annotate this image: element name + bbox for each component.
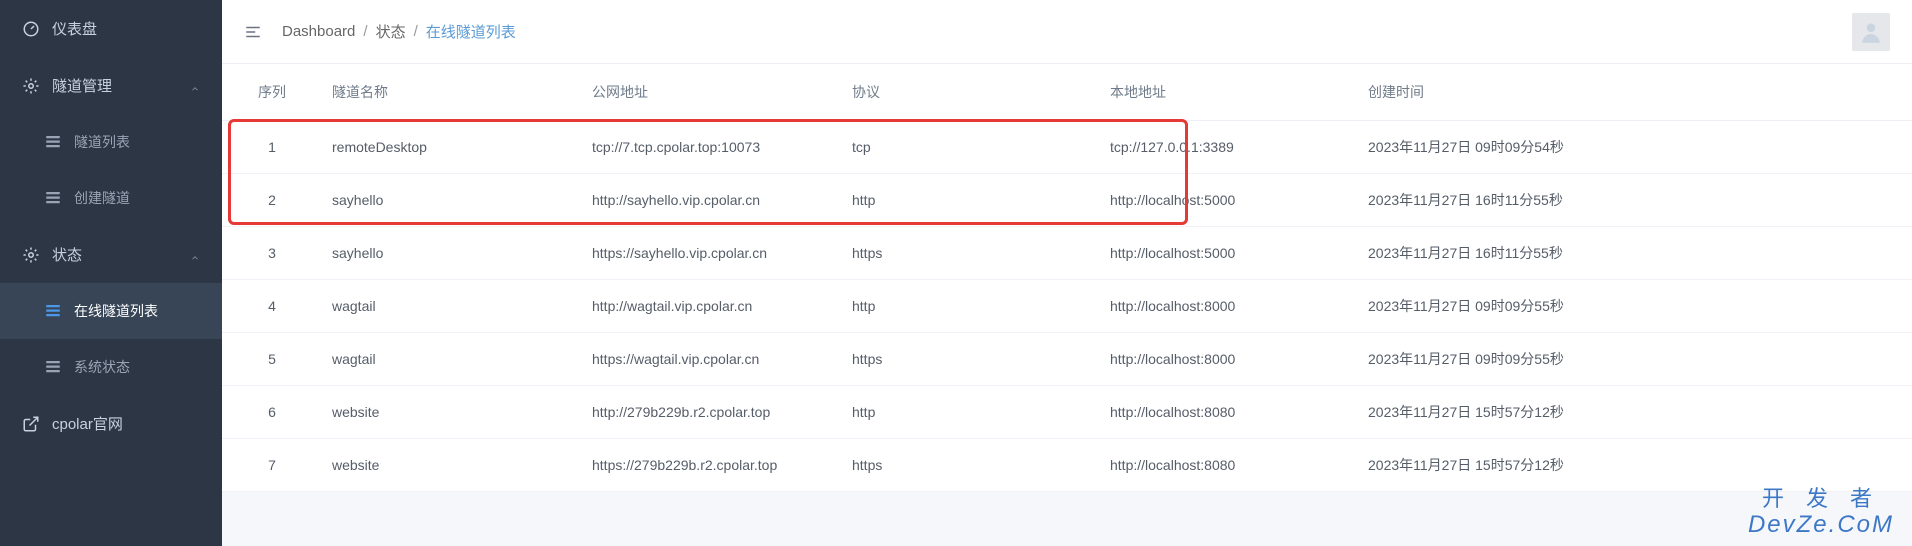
cell-public: http://279b229b.r2.cpolar.top <box>572 386 832 439</box>
cell-created: 2023年11月27日 09时09分55秒 <box>1348 280 1912 333</box>
col-local: 本地地址 <box>1090 64 1348 121</box>
sidebar-item-online-tunnels[interactable]: 在线隧道列表 <box>0 283 222 339</box>
cell-seq: 3 <box>222 227 312 280</box>
sidebar-item-label: 创建隧道 <box>74 188 130 208</box>
sidebar-item-dashboard[interactable]: 仪表盘 <box>0 0 222 57</box>
sidebar-item-cpolar-site[interactable]: cpolar官网 <box>0 395 222 452</box>
cell-proto: https <box>832 439 1090 492</box>
cell-proto: http <box>832 280 1090 333</box>
cell-public: https://sayhello.vip.cpolar.cn <box>572 227 832 280</box>
sidebar-item-label: 系统状态 <box>74 357 130 377</box>
cell-created: 2023年11月27日 15时57分12秒 <box>1348 439 1912 492</box>
cell-local: tcp://127.0.0.1:3389 <box>1090 121 1348 174</box>
cell-created: 2023年11月27日 09时09分55秒 <box>1348 333 1912 386</box>
cell-seq: 2 <box>222 174 312 227</box>
table-row[interactable]: 1remoteDesktoptcp://7.tcp.cpolar.top:100… <box>222 121 1912 174</box>
grid-icon <box>44 133 62 151</box>
col-public: 公网地址 <box>572 64 832 121</box>
table-row[interactable]: 5wagtailhttps://wagtail.vip.cpolar.cnhtt… <box>222 333 1912 386</box>
tunnel-table: 序列 隧道名称 公网地址 协议 本地地址 创建时间 1remoteDesktop… <box>222 64 1912 492</box>
col-name: 隧道名称 <box>312 64 572 121</box>
sidebar-item-status[interactable]: 状态 <box>0 226 222 283</box>
breadcrumb-mid[interactable]: 状态 <box>376 21 406 42</box>
table-row[interactable]: 4wagtailhttp://wagtail.vip.cpolar.cnhttp… <box>222 280 1912 333</box>
grid-icon <box>44 358 62 376</box>
sidebar-item-tunnel-manage[interactable]: 隧道管理 <box>0 57 222 114</box>
cell-name: wagtail <box>312 280 572 333</box>
chevron-up-icon <box>190 250 200 260</box>
cell-proto: https <box>832 227 1090 280</box>
sidebar-item-label: 隧道列表 <box>74 132 130 152</box>
cell-name: sayhello <box>312 174 572 227</box>
breadcrumb-current: 在线隧道列表 <box>426 21 516 42</box>
cell-local: http://localhost:8000 <box>1090 280 1348 333</box>
table-row[interactable]: 6websitehttp://279b229b.r2.cpolar.tophtt… <box>222 386 1912 439</box>
sidebar-item-label: 仪表盘 <box>52 18 97 39</box>
cell-name: website <box>312 439 572 492</box>
sidebar-item-label: 隧道管理 <box>52 75 112 96</box>
grid-icon <box>44 302 62 320</box>
cell-proto: http <box>832 174 1090 227</box>
cell-name: sayhello <box>312 227 572 280</box>
cell-local: http://localhost:5000 <box>1090 227 1348 280</box>
breadcrumb-separator: / <box>363 23 367 40</box>
avatar[interactable] <box>1852 13 1890 51</box>
cell-proto: http <box>832 386 1090 439</box>
cell-local: http://localhost:5000 <box>1090 174 1348 227</box>
cell-created: 2023年11月27日 09时09分54秒 <box>1348 121 1912 174</box>
cell-public: https://wagtail.vip.cpolar.cn <box>572 333 832 386</box>
chevron-up-icon <box>190 81 200 91</box>
main: Dashboard / 状态 / 在线隧道列表 序列 隧道名称 <box>222 0 1912 546</box>
cell-seq: 1 <box>222 121 312 174</box>
table-row[interactable]: 7websitehttps://279b229b.r2.cpolar.topht… <box>222 439 1912 492</box>
sidebar-item-label: 在线隧道列表 <box>74 301 158 321</box>
cell-seq: 6 <box>222 386 312 439</box>
col-seq: 序列 <box>222 64 312 121</box>
breadcrumb-root[interactable]: Dashboard <box>282 23 355 40</box>
table-header-row: 序列 隧道名称 公网地址 协议 本地地址 创建时间 <box>222 64 1912 121</box>
sidebar: 仪表盘 隧道管理 隧道列表 创建隧道 状态 在线隧道列表 系统状态 <box>0 0 222 546</box>
sidebar-item-tunnel-list[interactable]: 隧道列表 <box>0 114 222 170</box>
cell-name: remoteDesktop <box>312 121 572 174</box>
cell-name: wagtail <box>312 333 572 386</box>
cell-proto: https <box>832 333 1090 386</box>
cell-local: http://localhost:8080 <box>1090 386 1348 439</box>
topbar: Dashboard / 状态 / 在线隧道列表 <box>222 0 1912 64</box>
cell-public: https://279b229b.r2.cpolar.top <box>572 439 832 492</box>
cell-public: tcp://7.tcp.cpolar.top:10073 <box>572 121 832 174</box>
gear-icon <box>22 77 40 95</box>
cell-proto: tcp <box>832 121 1090 174</box>
cell-created: 2023年11月27日 15时57分12秒 <box>1348 386 1912 439</box>
cell-local: http://localhost:8000 <box>1090 333 1348 386</box>
sidebar-item-label: cpolar官网 <box>52 413 123 434</box>
cell-public: http://sayhello.vip.cpolar.cn <box>572 174 832 227</box>
cell-seq: 5 <box>222 333 312 386</box>
cell-created: 2023年11月27日 16时11分55秒 <box>1348 227 1912 280</box>
breadcrumb-separator: / <box>414 23 418 40</box>
col-created: 创建时间 <box>1348 64 1912 121</box>
cell-local: http://localhost:8080 <box>1090 439 1348 492</box>
sidebar-item-system-status[interactable]: 系统状态 <box>0 339 222 395</box>
content: 序列 隧道名称 公网地址 协议 本地地址 创建时间 1remoteDesktop… <box>222 64 1912 546</box>
grid-icon <box>44 189 62 207</box>
cell-seq: 7 <box>222 439 312 492</box>
gauge-icon <box>22 20 40 38</box>
external-link-icon <box>22 415 40 433</box>
menu-toggle-icon[interactable] <box>244 23 262 41</box>
cell-public: http://wagtail.vip.cpolar.cn <box>572 280 832 333</box>
cell-created: 2023年11月27日 16时11分55秒 <box>1348 174 1912 227</box>
cell-seq: 4 <box>222 280 312 333</box>
breadcrumb: Dashboard / 状态 / 在线隧道列表 <box>282 21 516 42</box>
cell-name: website <box>312 386 572 439</box>
gear-icon <box>22 246 40 264</box>
sidebar-item-create-tunnel[interactable]: 创建隧道 <box>0 170 222 226</box>
sidebar-item-label: 状态 <box>52 244 82 265</box>
col-proto: 协议 <box>832 64 1090 121</box>
table-row[interactable]: 2sayhellohttp://sayhello.vip.cpolar.cnht… <box>222 174 1912 227</box>
table-row[interactable]: 3sayhellohttps://sayhello.vip.cpolar.cnh… <box>222 227 1912 280</box>
